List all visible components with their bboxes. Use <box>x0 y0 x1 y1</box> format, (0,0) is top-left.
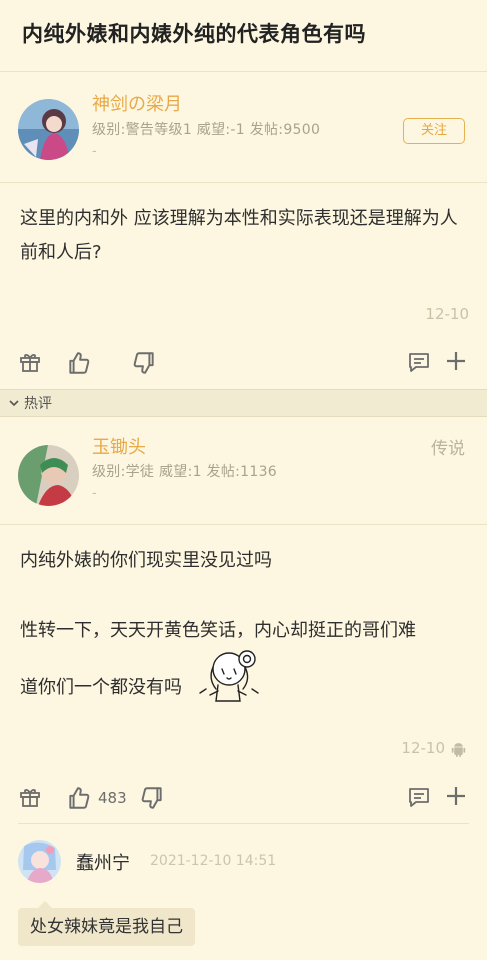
chevron-down-icon <box>9 400 19 407</box>
android-icon <box>450 741 467 762</box>
gift-icon[interactable] <box>18 350 42 374</box>
sub-reply-username[interactable]: 蠢州宁 <box>76 849 130 875</box>
op-date: 12-10 <box>425 305 469 323</box>
reply-line-1: 内纯外婊的你们现实里没见过吗 <box>20 550 272 571</box>
comment-icon[interactable] <box>407 785 431 809</box>
reply-line-2: 性转一下，天天开黄色笑话，内心却挺正的哥们难 <box>20 620 416 641</box>
reply-avatar[interactable] <box>18 445 79 506</box>
gift-icon[interactable] <box>18 785 42 809</box>
like-count: 483 <box>98 789 127 807</box>
thread-title-bar: 内纯外婊和内婊外纯的代表角色有吗 <box>0 0 487 72</box>
reply-meta: 级别:学徒 威望:1 发帖:1136 <box>92 464 277 480</box>
op-meta: 级别:警告等级1 威望:-1 发帖:9500 <box>92 122 321 138</box>
reply-meta-dash: - <box>92 486 97 501</box>
like-button[interactable]: 483 <box>66 785 127 811</box>
hot-replies-section[interactable]: 热评 <box>0 389 487 417</box>
thumbs-up-icon <box>69 787 90 809</box>
op-content: 这里的内和外 应该理解为本性和实际表现还是理解为人前和人后? <box>20 208 458 263</box>
op-header: 神剑の梁月 级别:警告等级1 威望:-1 发帖:9500 - 关注 <box>0 72 487 183</box>
plus-icon[interactable] <box>445 785 467 807</box>
reply-header-divider <box>0 524 487 525</box>
reply-date: 12-10 <box>401 739 445 757</box>
plus-icon[interactable] <box>445 350 467 372</box>
reply-action-bar: 483 <box>0 778 487 818</box>
section-label: 热评 <box>24 396 52 412</box>
reply-username[interactable]: 玉锄头 <box>92 433 146 459</box>
sub-reply-timestamp: 2021-12-10 14:51 <box>150 853 277 869</box>
sub-reply-avatar[interactable] <box>18 840 61 883</box>
op-meta-dash: - <box>92 144 97 159</box>
chibi-sticker <box>196 645 262 703</box>
sub-reply-bubble: 处女辣妹竟是我自己 <box>18 901 195 946</box>
op-action-bar <box>0 343 487 383</box>
op-avatar[interactable] <box>18 99 79 160</box>
thumbs-up-icon[interactable] <box>66 350 92 376</box>
thumbs-down-icon[interactable] <box>139 785 165 811</box>
comment-icon[interactable] <box>407 350 431 374</box>
op-username[interactable]: 神剑の梁月 <box>92 90 182 116</box>
follow-button[interactable]: 关注 <box>403 118 465 144</box>
thumbs-down-icon[interactable] <box>131 350 157 376</box>
thread-title: 内纯外婊和内婊外纯的代表角色有吗 <box>22 22 366 46</box>
sub-reply-divider <box>18 823 469 824</box>
reply-level-tag: 传说 <box>431 439 465 459</box>
